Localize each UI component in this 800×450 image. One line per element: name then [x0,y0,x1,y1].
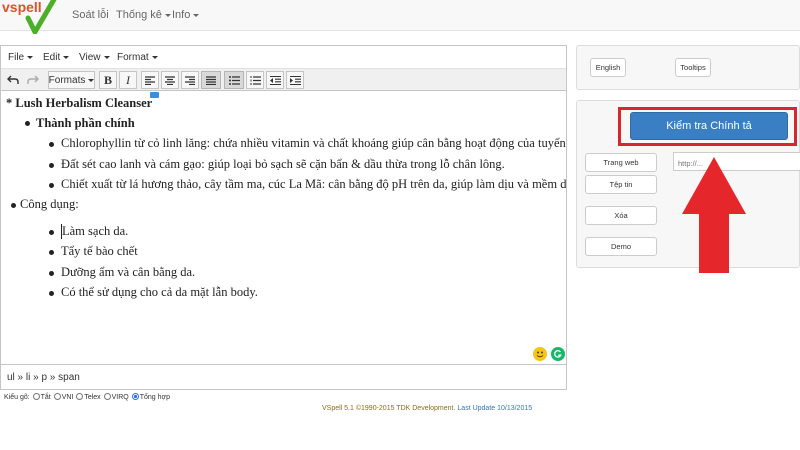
file-button[interactable]: Tệp tin [585,175,657,194]
bullet-icon [49,163,54,168]
menu-view[interactable]: View [79,52,110,63]
menu-label: File [8,52,25,63]
clear-button[interactable]: Xóa [585,206,657,225]
radio-telex[interactable] [76,393,84,400]
vspell-logo[interactable]: vspell [2,0,58,34]
editor-statusbar: ul » li » p » span [1,364,566,389]
nav-item-label: Thống kê [116,9,162,21]
asterisk: * [6,96,13,110]
align-left-icon[interactable] [141,71,159,89]
caret-down-icon [151,55,158,59]
bullet-icon [49,183,54,188]
radio-label: Tổng hợp [139,394,170,401]
options-panel: English Tooltips [576,45,800,90]
copyright-text: VSpell 5.1 ©1990-2015 TDK Development. [322,405,456,412]
redo-icon[interactable] [25,71,41,89]
menu-label: View [79,52,101,63]
input-mode-selector: Kiểu gõ: Tắt VNI Telex VIRQ Tổng hợp [4,393,170,401]
nav-item-label: Info [172,9,191,21]
menu-label: Format [117,52,149,63]
top-navbar: vspell Soát lỗi Thống kê Info [0,0,800,34]
bullet-icon [49,250,54,255]
product-heading: Lush Herbalism Cleanser [15,96,153,110]
align-right-icon[interactable] [181,71,199,89]
input-mode-label: Kiểu gõ: [4,394,30,401]
bullet-icon [49,230,54,235]
section-uses: Công dụng: [20,197,79,211]
rich-text-editor: File Edit View Format Formats B I * Lush… [0,45,567,390]
outdent-icon[interactable] [266,71,284,89]
bullet-icon [11,203,16,208]
tooltips-button[interactable]: Tooltips [675,58,711,77]
red-arrow-up-icon [682,157,746,273]
grammarly-icon[interactable] [551,347,565,361]
list-item: Làm sạch da. [61,224,129,239]
menu-format[interactable]: Format [117,52,158,63]
nav-thong-ke[interactable]: Thống kê [116,9,171,21]
nav-info[interactable]: Info [172,9,200,21]
radio-vni[interactable] [53,393,61,400]
caret-down-icon [164,13,171,17]
list-item: Có thể sử dụng cho cả da mặt lẫn body. [61,285,258,299]
radio-label: VNI [61,394,74,401]
checkmark-icon [25,0,57,34]
button-label: Demo [610,242,631,251]
emoji-icon[interactable] [533,347,547,361]
bullet-icon [49,271,54,276]
editor-content[interactable]: * Lush Herbalism Cleanser Thành phần chí… [1,92,566,364]
formats-dropdown[interactable]: Formats [48,71,95,89]
radio-off[interactable] [32,393,40,400]
editor-toolbar: Formats B I [1,68,566,91]
list-item: Tẩy tế bào chết [61,244,138,258]
numbered-list-icon[interactable] [246,71,264,89]
highlight-box [618,107,797,146]
radio-label: Tắt [40,394,51,401]
website-button[interactable]: Trang web [585,153,657,172]
indent-icon[interactable] [286,71,304,89]
last-update-link[interactable]: Last Update 10/13/2015 [457,405,532,412]
editor-menubar: File Edit View Format [1,46,566,68]
list-item: Chlorophyllin từ cỏ linh lăng: chứa nhiề… [61,136,566,150]
section-ingredients: Thành phần chính [36,116,135,130]
button-label: English [595,63,621,72]
button-label: Trang web [603,158,639,167]
bullet-list-icon[interactable] [224,71,244,89]
nav-item-label: Soát lỗi [72,9,109,21]
button-label: Tệp tin [609,180,633,189]
formats-label: Formats [48,74,86,86]
radio-label: VIRQ [111,394,129,401]
radio-combined[interactable] [131,393,139,400]
button-label: Xóa [614,211,628,220]
bold-icon[interactable]: B [99,71,117,89]
caret-down-icon [103,55,110,59]
align-justify-icon[interactable] [201,71,221,89]
bullet-icon [49,291,54,296]
menu-file[interactable]: File [8,52,34,63]
caret-down-icon [193,13,200,17]
bullet-icon [49,142,54,147]
radio-label: Telex [84,394,101,401]
menu-label: Edit [43,52,61,63]
caret-down-icon [27,55,34,59]
demo-button[interactable]: Demo [585,237,657,256]
heading-line: * Lush Herbalism Cleanser [6,96,152,111]
english-button[interactable]: English [590,58,626,77]
align-center-icon[interactable] [161,71,179,89]
menu-edit[interactable]: Edit [43,52,70,63]
button-label: Tooltips [680,63,706,72]
footer: VSpell 5.1 ©1990-2015 TDK Development. L… [322,405,532,412]
caret-down-icon [88,78,95,82]
nav-soat-loi[interactable]: Soát lỗi [72,9,109,21]
list-item: Dưỡng ẩm và cân bằng da. [61,265,196,279]
bullet-icon [25,121,30,126]
list-item: Chiết xuất từ lá hương thảo, cây tầm ma,… [61,177,566,191]
radio-virq[interactable] [103,393,111,400]
italic-icon[interactable]: I [119,71,137,89]
caret-down-icon [63,55,70,59]
list-item: Đất sét cao lanh và cám gạo: giúp loại b… [61,157,505,171]
element-path: ul » li » p » span [7,372,80,383]
undo-icon[interactable] [5,71,21,89]
